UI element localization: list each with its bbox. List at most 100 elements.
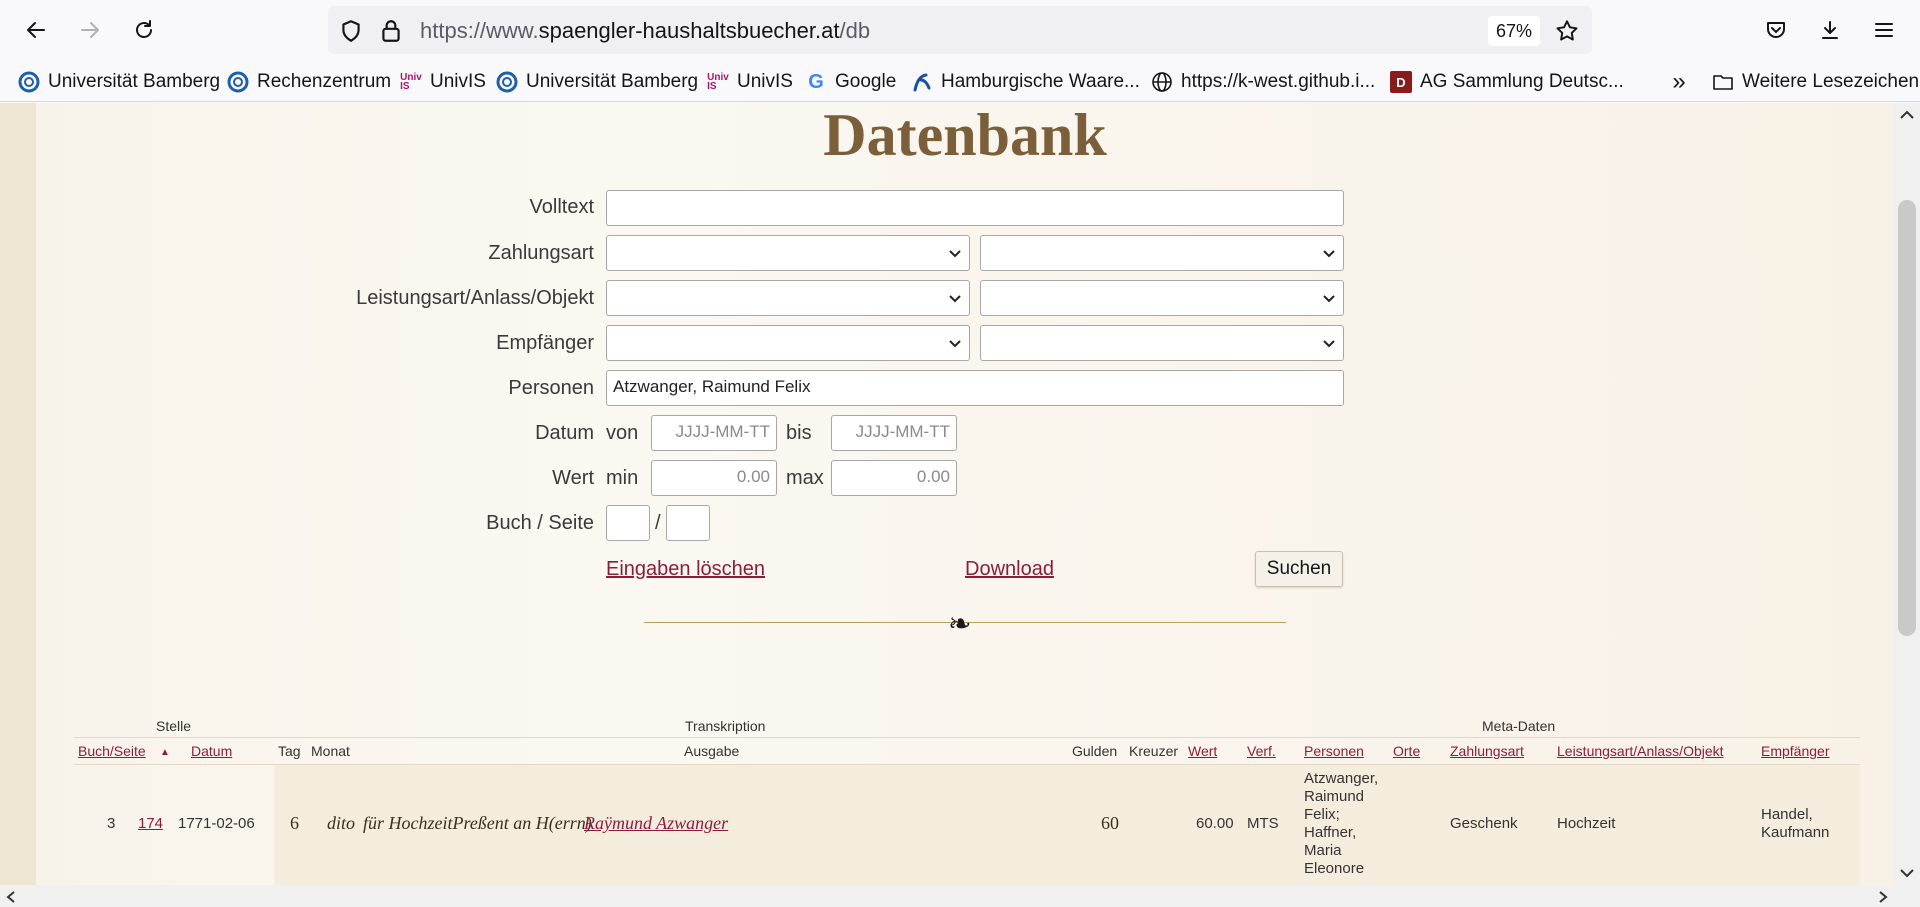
wert-max-input[interactable]: 0.00 [831,460,957,496]
bookmark-label: https://k-west.github.i... [1181,71,1376,92]
person-line: Maria [1304,842,1342,859]
group-stelle: Stelle [156,718,192,734]
bookmark-item[interactable]: https://k-west.github.i... [1151,68,1375,96]
back-button[interactable] [18,12,54,48]
reload-icon [136,20,152,38]
leistungsart-select-1[interactable] [606,280,970,316]
empfaenger-select-1[interactable] [606,325,970,361]
bookmark-star-icon[interactable] [1554,18,1580,44]
cell-monat: dito [327,813,356,833]
page-content: Datenbank Volltext Zahlungsart Leistungs… [36,103,1894,885]
url-path: /db [839,18,871,43]
bamberg-icon [227,71,249,93]
empfaenger-line: Handel, [1761,806,1813,823]
google-icon: G [808,70,824,93]
col-verf[interactable]: Verf. [1247,743,1276,759]
col-empfaenger[interactable]: Empfänger [1761,743,1829,759]
wert-min-label: min [606,467,639,489]
col-wert[interactable]: Wert [1188,743,1217,759]
scroll-left-icon[interactable] [4,889,18,905]
vertical-scrollbar-thumb[interactable] [1898,200,1916,636]
bookmark-item[interactable]: Hamburgische Waare... [911,68,1140,96]
bookmark-item[interactable]: Rechenzentrum [227,68,391,96]
menu-button[interactable] [1866,12,1902,48]
col-buch-seite[interactable]: Buch/Seite [78,743,146,759]
wert-max-label: max [786,467,824,489]
url-text[interactable]: https://www.spaengler-haushaltsbuecher.a… [420,18,870,44]
tracking-shield-icon[interactable] [338,18,364,44]
chevron-down-icon [1323,340,1335,348]
bookmark-label: AG Sammlung Deutsc... [1420,71,1624,92]
cell-empfaenger: Handel, Kaufmann [1761,806,1829,842]
chevron-down-icon [1323,250,1335,258]
pocket-icon [1767,22,1785,38]
personen-input[interactable]: Atzwanger, Raimund Felix [606,370,1344,406]
col-leistungsart[interactable]: Leistungsart/Anlass/Objekt [1557,743,1724,759]
hamburg-icon [911,71,933,93]
zahlungsart-select-1[interactable] [606,235,970,271]
forward-arrow-icon [81,22,99,38]
empfaenger-line: Kaufmann [1761,824,1830,841]
col-monat: Monat [311,743,350,759]
person-line: Atzwanger, [1304,770,1379,787]
bookmark-item[interactable]: Universität Bamberg [496,68,698,96]
seite-input[interactable] [666,505,710,541]
clear-inputs-link[interactable]: Eingaben löschen [606,558,765,581]
cell-leistungsart: Hochzeit [1557,815,1616,832]
zahlungsart-select-2[interactable] [980,235,1344,271]
bookmark-item[interactable]: D AG Sammlung Deutsc... [1390,68,1624,96]
url-host: spaengler-haushaltsbuecher.at [538,18,840,43]
col-kreuzer: Kreuzer [1129,743,1179,759]
col-orte[interactable]: Orte [1393,743,1420,759]
cell-ausgabe-person-link[interactable]: Raÿmund Azwanger [584,813,728,834]
volltext-input[interactable] [606,190,1344,226]
zoom-level-button[interactable]: 67% [1488,16,1540,46]
double-chevron-icon: » [1672,68,1686,95]
more-bookmarks-chevron[interactable]: » [1668,68,1690,96]
col-zahlungsart[interactable]: Zahlungsart [1450,743,1524,759]
download-link[interactable]: Download [965,558,1054,581]
buch-seite-slash: / [655,512,661,534]
other-bookmarks-folder[interactable]: Weitere Lesezeichen [1712,68,1919,96]
browser-toolbar: https://www.spaengler-haushaltsbuecher.a… [0,0,1920,62]
search-button[interactable]: Suchen [1255,551,1343,587]
scroll-up-icon[interactable] [1898,108,1916,122]
back-arrow-icon [27,22,45,38]
bookmark-item[interactable]: Univ IS UnivIS [707,68,793,96]
leistungsart-select-2[interactable] [980,280,1344,316]
downloads-button[interactable] [1812,12,1848,48]
scroll-right-icon[interactable] [1876,889,1890,905]
bookmark-item[interactable]: Universität Bamberg [18,68,220,96]
buch-input[interactable] [606,505,650,541]
bookmark-item[interactable]: G Google [805,68,896,96]
col-datum[interactable]: Datum [191,743,232,759]
chevron-down-icon [1323,295,1335,303]
download-icon [1822,21,1838,39]
forward-button[interactable] [72,12,108,48]
datum-von-input[interactable]: JJJJ-MM-TT [651,415,777,451]
cell-seite-link[interactable]: 174 [138,815,163,832]
bookmark-item[interactable]: Univ IS UnivIS [400,68,486,96]
url-bar[interactable]: https://www.spaengler-haushaltsbuecher.a… [328,6,1592,54]
datum-bis-label: bis [786,422,812,444]
person-line: Felix; [1304,806,1340,823]
datum-bis-input[interactable]: JJJJ-MM-TT [831,415,957,451]
univis-icon: Univ IS [400,72,422,92]
horizontal-scrollbar[interactable] [0,885,1920,907]
chevron-down-icon [949,340,961,348]
cell-personen: Atzwanger, Raimund Felix; Haffner, Maria… [1304,770,1378,878]
cell-zahlungsart: Geschenk [1450,815,1518,832]
bookmark-label: Universität Bamberg [526,71,699,92]
bamberg-icon [18,71,40,93]
leistungsart-label: Leistungsart/Anlass/Objekt [356,287,594,309]
col-personen[interactable]: Personen [1304,743,1364,759]
reload-button[interactable] [126,12,162,48]
empfaenger-select-2[interactable] [980,325,1344,361]
wert-min-input[interactable]: 0.00 [651,460,777,496]
col-ausgabe: Ausgabe [684,743,740,759]
scroll-down-icon[interactable] [1898,866,1916,880]
lock-icon[interactable] [378,18,404,44]
group-meta: Meta-Daten [1482,718,1556,734]
pocket-button[interactable] [1758,12,1794,48]
page-viewport: Datenbank Volltext Zahlungsart Leistungs… [0,103,1894,885]
